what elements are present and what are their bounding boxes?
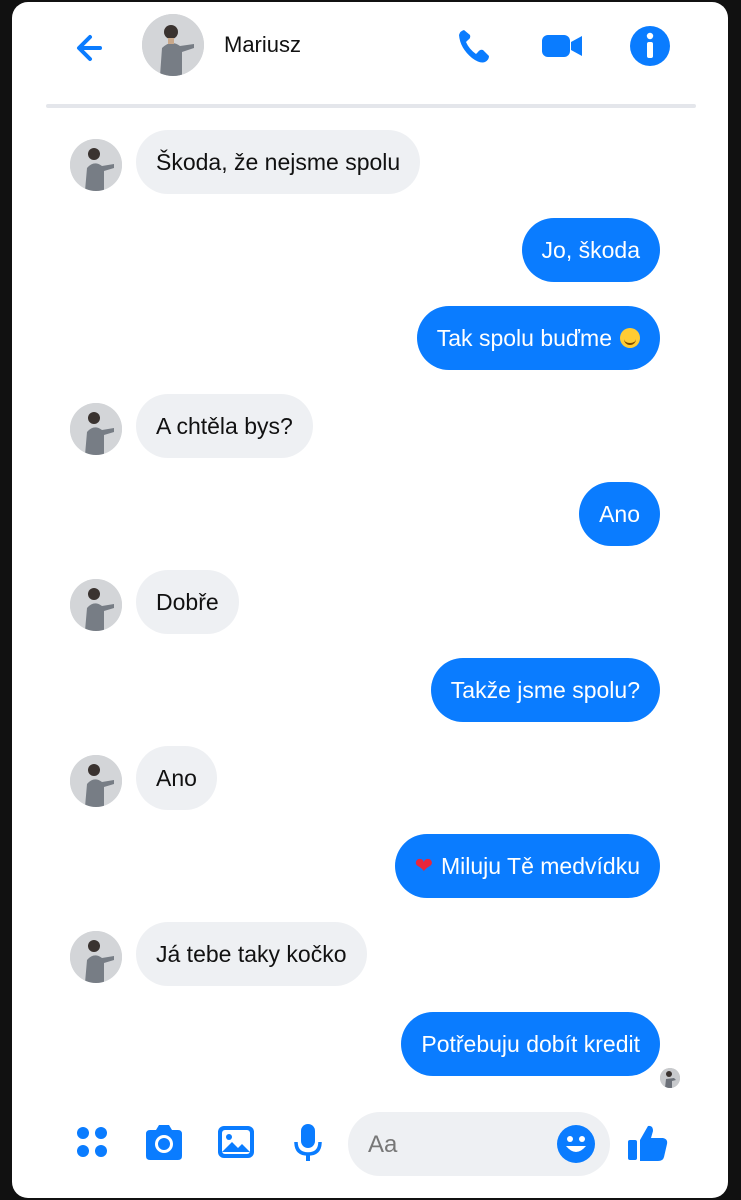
message-bubble[interactable]: Jo, škoda <box>521 218 660 282</box>
message-text: Škoda, že nejsme spolu <box>156 148 401 175</box>
message-composer[interactable] <box>348 1112 610 1176</box>
back-arrow-icon[interactable] <box>70 26 114 70</box>
gallery-image-icon[interactable] <box>214 1120 258 1164</box>
message-row-outgoing: Potřebuju dobít kredit <box>12 1012 728 1076</box>
phone-call-icon[interactable] <box>452 24 496 68</box>
message-row-incoming: Já tebe taky kočko <box>12 922 728 986</box>
message-text: A chtěla bys? <box>156 412 293 439</box>
message-row-incoming: A chtěla bys? <box>12 394 728 458</box>
thumbs-up-like-icon[interactable] <box>626 1120 670 1164</box>
sender-avatar <box>70 931 122 983</box>
message-row-outgoing: Takže jsme spolu? <box>12 658 728 722</box>
message-bubble[interactable]: Tak spolu buďme <box>416 306 660 370</box>
smiley-emoji-icon <box>620 328 640 348</box>
message-bubble[interactable]: Škoda, že nejsme spolu <box>136 130 421 194</box>
message-bubble[interactable]: Potřebuju dobít kredit <box>401 1012 660 1076</box>
chat-screen: Mariusz Škoda, že nejsme spolu Jo, škoda… <box>12 2 728 1198</box>
message-row-outgoing: Tak spolu buďme <box>12 306 728 370</box>
red-heart-emoji-icon: ❤ <box>414 853 433 878</box>
info-icon[interactable] <box>628 24 672 68</box>
message-text: Tak spolu buďme <box>436 324 612 351</box>
message-row-outgoing: ❤ Miluju Tě medvídku <box>12 834 728 898</box>
video-call-icon[interactable] <box>540 24 584 68</box>
message-bubble[interactable]: ❤ Miluju Tě medvídku <box>394 834 660 898</box>
message-text: Miluju Tě medvídku <box>441 852 640 879</box>
message-text: Ano <box>599 500 640 527</box>
contact-name[interactable]: Mariusz <box>224 32 301 58</box>
message-text: Takže jsme spolu? <box>450 676 640 703</box>
emoji-picker-icon[interactable] <box>556 1124 596 1164</box>
message-row-outgoing: Ano <box>12 482 728 546</box>
message-row-incoming: Škoda, že nejsme spolu <box>12 130 728 194</box>
message-text: Jo, škoda <box>541 236 640 263</box>
message-bubble[interactable]: A chtěla bys? <box>136 394 313 458</box>
chat-header: Mariusz <box>12 2 728 102</box>
message-bubble[interactable]: Takže jsme spolu? <box>430 658 660 722</box>
message-row-incoming: Dobře <box>12 570 728 634</box>
message-bubble[interactable]: Dobře <box>136 570 239 634</box>
message-bubble[interactable]: Já tebe taky kočko <box>136 922 367 986</box>
sender-avatar <box>70 403 122 455</box>
message-row-outgoing: Jo, škoda <box>12 218 728 282</box>
message-text: Já tebe taky kočko <box>156 940 347 967</box>
message-bubble[interactable]: Ano <box>136 746 217 810</box>
message-bubble[interactable]: Ano <box>579 482 660 546</box>
sender-avatar <box>70 139 122 191</box>
message-text: Potřebuju dobít kredit <box>421 1030 640 1057</box>
more-actions-icon[interactable] <box>70 1120 114 1164</box>
header-divider <box>46 104 696 108</box>
camera-icon[interactable] <box>142 1120 186 1164</box>
sender-avatar <box>70 755 122 807</box>
message-row-incoming: Ano <box>12 746 728 810</box>
message-text: Dobře <box>156 588 219 615</box>
sender-avatar <box>70 579 122 631</box>
message-input[interactable] <box>366 1126 550 1164</box>
message-text: Ano <box>156 764 197 791</box>
seen-receipt-avatar <box>660 1068 680 1088</box>
contact-avatar[interactable] <box>142 14 204 76</box>
microphone-icon[interactable] <box>286 1120 330 1164</box>
